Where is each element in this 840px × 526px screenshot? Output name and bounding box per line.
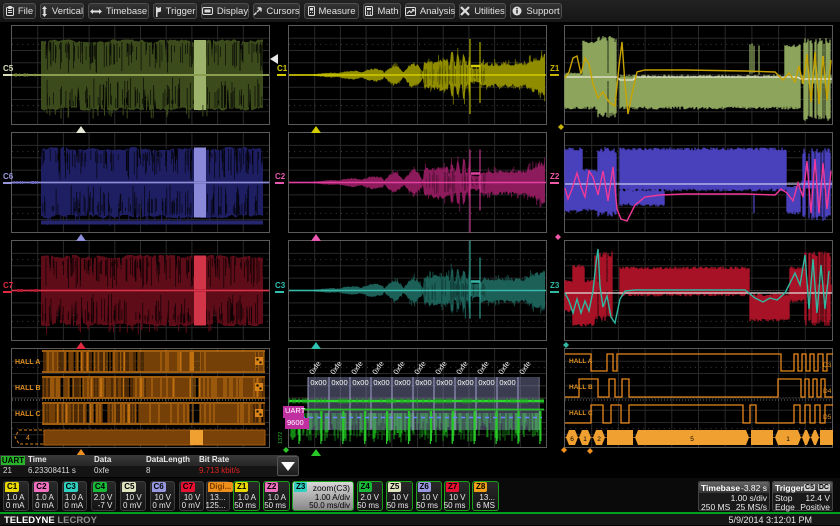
svg-text:1: 1	[583, 436, 587, 443]
svg-text:4: 4	[26, 435, 30, 442]
svg-text:2: 2	[597, 436, 601, 443]
svg-text:HALL B: HALL B	[569, 384, 593, 391]
svg-text:HALL A: HALL A	[15, 359, 40, 366]
svg-text:1: 1	[786, 436, 790, 443]
svg-text:0x00: 0x00	[457, 378, 473, 387]
svg-text:0x00: 0x00	[310, 378, 326, 387]
svg-text:D4: D4	[823, 388, 832, 395]
svg-text:0x00: 0x00	[478, 378, 494, 387]
svg-text:D3: D3	[823, 362, 832, 369]
svg-text:0x00: 0x00	[352, 378, 368, 387]
svg-text:0x00: 0x00	[436, 378, 452, 387]
svg-text:0x00: 0x00	[415, 378, 431, 387]
svg-text:HALL B: HALL B	[15, 385, 41, 392]
svg-text:D5: D5	[823, 414, 832, 421]
svg-text:0x00: 0x00	[373, 378, 389, 387]
svg-text:HALL A: HALL A	[569, 358, 593, 365]
svg-text:0x00: 0x00	[499, 378, 515, 387]
svg-text:6: 6	[570, 436, 574, 443]
svg-text:0x00: 0x00	[331, 378, 347, 387]
svg-text:HALL C: HALL C	[569, 410, 593, 417]
svg-text:0x00: 0x00	[394, 378, 410, 387]
svg-text:5: 5	[690, 436, 694, 443]
svg-text:HALL C: HALL C	[15, 411, 41, 418]
